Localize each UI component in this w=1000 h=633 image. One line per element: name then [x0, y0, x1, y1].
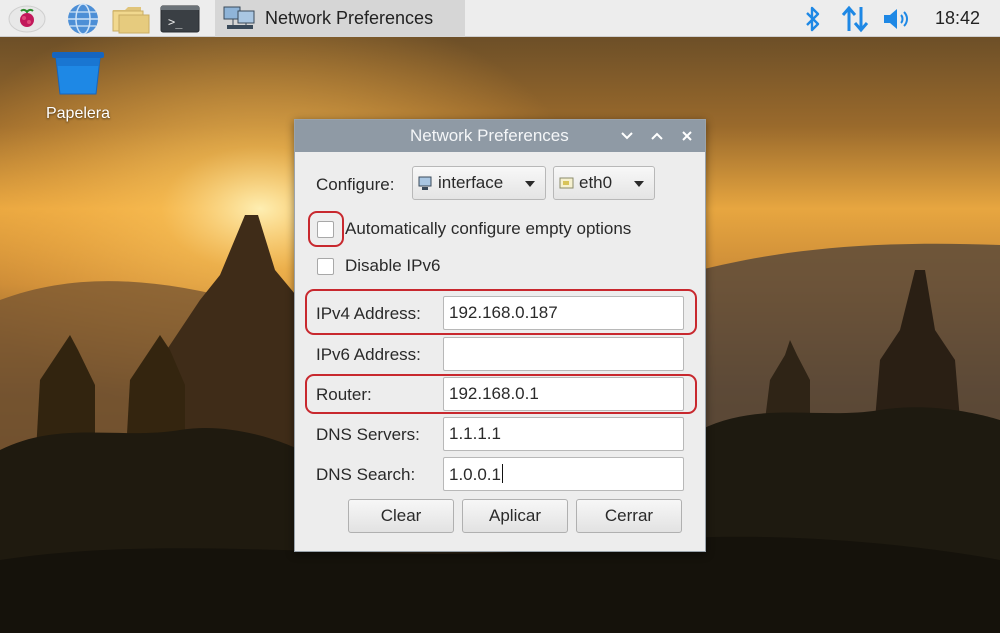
bluetooth-icon [806, 6, 820, 31]
interface-dropdown[interactable]: eth0 [553, 166, 655, 200]
text-cursor [502, 464, 503, 483]
ipv6-address-label: IPv6 Address: [316, 345, 421, 364]
network-arrows-icon [841, 5, 869, 32]
bluetooth-button[interactable] [795, 0, 831, 37]
auto-configure-checkbox[interactable] [317, 221, 334, 238]
chevron-up-icon [651, 132, 663, 140]
volume-icon [883, 8, 908, 29]
ipv4-address-label: IPv4 Address: [316, 304, 421, 323]
raspberry-icon [8, 5, 46, 32]
chevron-down-icon [621, 132, 633, 140]
taskbar-window-title: Network Preferences [265, 8, 434, 28]
ipv4-address-input[interactable]: 192.168.0.187 [443, 296, 684, 330]
file-manager-launcher[interactable] [110, 2, 152, 35]
trash-icon [52, 52, 104, 95]
router-input[interactable]: 192.168.0.1 [443, 377, 684, 411]
clock[interactable]: 18:42 [935, 8, 980, 29]
terminal-icon: >_ [160, 5, 200, 32]
apply-button[interactable]: Aplicar [462, 499, 568, 533]
network-interface-icon [418, 176, 432, 190]
dialog-titlebar[interactable]: Network Preferences [295, 120, 705, 152]
taskbar-window-network-preferences[interactable]: Network Preferences [215, 0, 465, 37]
ipv6-address-input[interactable] [443, 337, 684, 371]
close-icon [682, 131, 692, 141]
dns-search-label: DNS Search: [316, 465, 416, 484]
dropdown-arrow-icon [634, 181, 644, 187]
clear-button[interactable]: Clear [348, 499, 454, 533]
web-browser-launcher[interactable] [62, 2, 104, 35]
configure-type-value: interface [438, 173, 504, 192]
dropdown-arrow-icon [525, 181, 535, 187]
system-tray: 18:42 [795, 0, 1000, 37]
configure-label: Configure: [316, 175, 395, 194]
dialog-title: Network Preferences [410, 126, 569, 145]
minimize-button[interactable] [617, 126, 637, 146]
configure-type-dropdown[interactable]: interface [412, 166, 546, 200]
dns-search-input[interactable]: 1.0.0.1 [443, 457, 684, 491]
desktop-icon-label: Papelera [45, 105, 111, 122]
dns-search-value: 1.0.0.1 [449, 465, 501, 484]
raspberry-menu-button[interactable] [5, 2, 49, 35]
maximize-button[interactable] [647, 126, 667, 146]
svg-text:>_: >_ [168, 15, 183, 29]
globe-icon [68, 2, 98, 35]
dns-servers-label: DNS Servers: [316, 425, 420, 444]
taskbar: >_ Network Preferences 18:42 [0, 0, 1000, 37]
network-status-button[interactable] [837, 0, 873, 37]
close-button[interactable] [677, 126, 697, 146]
ethernet-icon [559, 177, 574, 189]
auto-configure-label[interactable]: Automatically configure empty options [345, 219, 631, 239]
network-preferences-dialog: Network Preferences Configure: interface [294, 119, 706, 552]
volume-button[interactable] [879, 0, 915, 37]
dns-servers-input[interactable]: 1.1.1.1 [443, 417, 684, 451]
disable-ipv6-label[interactable]: Disable IPv6 [345, 256, 440, 276]
network-computer-icon [223, 6, 255, 29]
interface-value: eth0 [579, 173, 613, 192]
close-dialog-button[interactable]: Cerrar [576, 499, 682, 533]
terminal-launcher[interactable]: >_ [158, 2, 202, 35]
desktop-icon-trash[interactable]: Papelera [38, 50, 118, 123]
router-label: Router: [316, 385, 372, 404]
disable-ipv6-checkbox[interactable] [317, 258, 334, 275]
folder-icon [112, 6, 150, 33]
